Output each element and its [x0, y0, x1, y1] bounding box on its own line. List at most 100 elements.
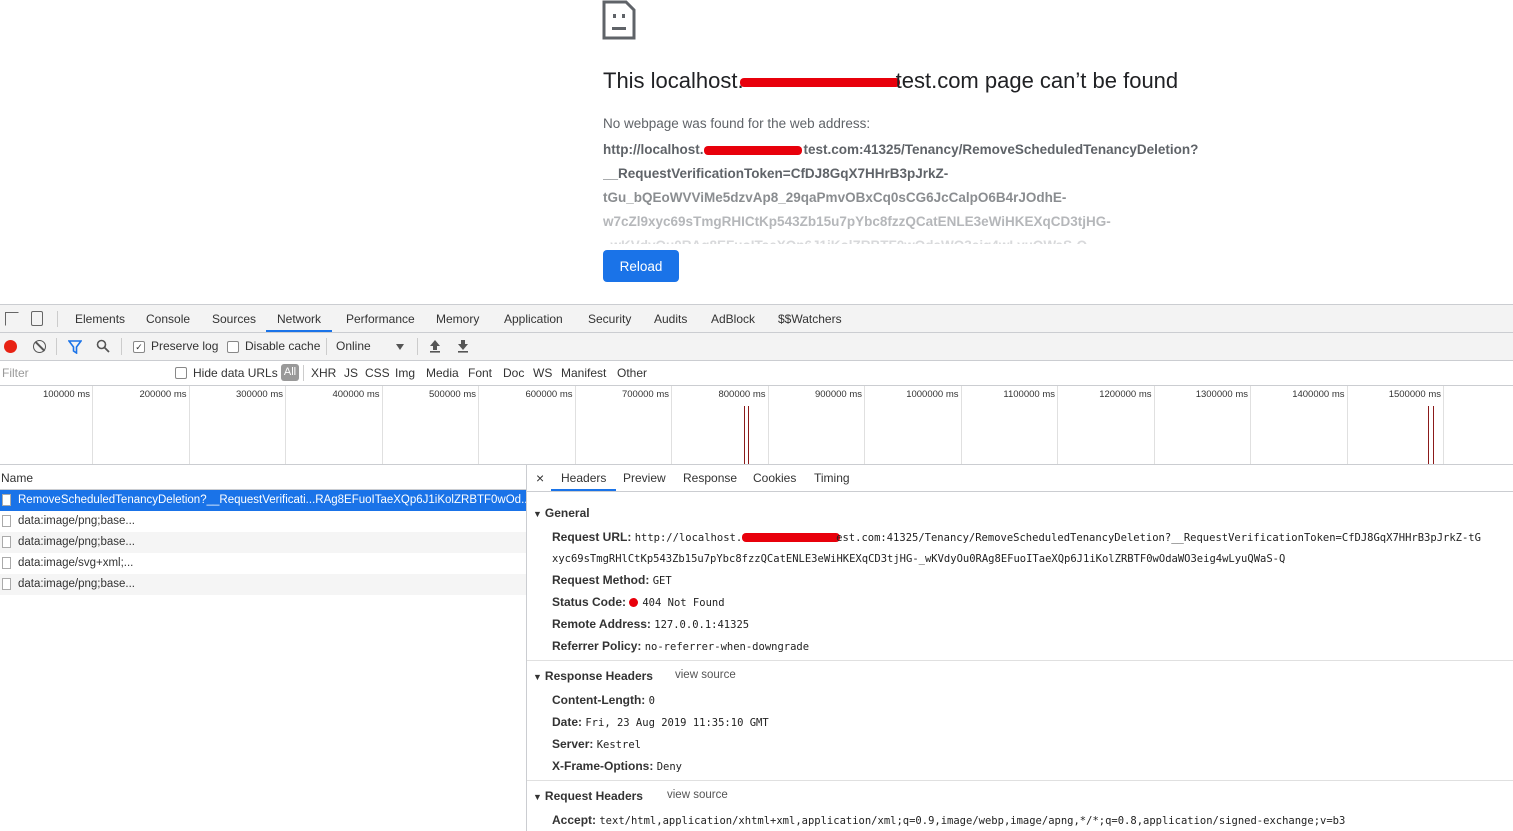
request-row[interactable]: RemoveScheduledTenancyDeletion?__Request… [0, 490, 526, 511]
header-key: Accept: [552, 813, 596, 827]
filter-type-ws[interactable]: WS [533, 366, 552, 380]
filter-type-css[interactable]: CSS [365, 366, 390, 380]
request-name: data:image/svg+xml;... [18, 553, 133, 574]
record-icon[interactable] [4, 340, 17, 353]
close-icon[interactable]: × [536, 465, 544, 491]
server-row: Server: Kestrel [552, 737, 641, 751]
request-name: RemoveScheduledTenancyDeletion?__Request… [18, 490, 526, 511]
chevron-down-icon[interactable] [396, 344, 404, 350]
header-value: 404 Not Found [642, 597, 724, 609]
timeline-tick-label: 1400000 ms [1292, 389, 1344, 400]
filter-icon[interactable] [68, 340, 82, 354]
inspect-element-icon[interactable] [5, 312, 19, 326]
redaction-mark [704, 146, 802, 155]
error-title: This localhost.test.com page can’t be fo… [603, 68, 1178, 94]
divider [121, 338, 122, 355]
tab-performance[interactable]: Performance [346, 305, 415, 332]
tab-response[interactable]: Response [683, 465, 737, 491]
status-error-icon [629, 598, 638, 607]
timeline-tick-label: 800000 ms [718, 389, 765, 400]
filter-type-manifest[interactable]: Manifest [561, 366, 606, 380]
remote-address-row: Remote Address: 127.0.0.1:41325 [552, 617, 749, 631]
url-suffix: test.com:41325/Tenancy/RemoveScheduledTe… [804, 142, 1199, 157]
header-key: X-Frame-Options: [552, 759, 653, 773]
error-subtitle: No webpage was found for the web address… [603, 116, 870, 131]
network-overview-timeline[interactable]: 1600001500000 ms1400000 ms1300000 ms1200… [0, 386, 1513, 465]
redaction-mark [740, 78, 900, 87]
request-row[interactable]: data:image/png;base... [0, 532, 526, 553]
timeline-tick-label: 1200000 ms [1099, 389, 1151, 400]
tab-adblock[interactable]: AdBlock [711, 305, 755, 332]
header-value: http://localhost. [635, 532, 742, 544]
clear-icon[interactable] [33, 340, 46, 353]
filter-type-font[interactable]: Font [468, 366, 492, 380]
filter-type-all[interactable]: All [281, 364, 299, 381]
devtools-tabbar: Elements Console Sources Network Perform… [0, 305, 1513, 333]
tab-audits[interactable]: Audits [654, 305, 687, 332]
timeline-request-bar [748, 406, 749, 464]
tab-security[interactable]: Security [588, 305, 631, 332]
tab-console[interactable]: Console [146, 305, 190, 332]
divider [56, 338, 57, 355]
timeline-tick-label: 1300000 ms [1196, 389, 1248, 400]
preserve-log-checkbox[interactable]: ✓ [133, 341, 145, 353]
request-row[interactable]: data:image/svg+xml;... [0, 553, 526, 574]
view-source-link[interactable]: view source [675, 669, 736, 681]
request-row[interactable]: data:image/png;base... [0, 574, 526, 595]
timeline-tick-label: 900000 ms [815, 389, 862, 400]
disable-cache-label: Disable cache [245, 339, 320, 353]
search-icon[interactable] [96, 339, 110, 353]
import-har-icon[interactable] [429, 339, 441, 353]
hide-data-urls-checkbox[interactable] [175, 367, 187, 379]
timeline-request-bar [744, 406, 745, 464]
request-headers-section-toggle[interactable]: ▼Request Headers [533, 789, 643, 803]
header-key: Content-Length: [552, 693, 645, 707]
tab-timing[interactable]: Timing [814, 465, 850, 491]
date-row: Date: Fri, 23 Aug 2019 11:35:10 GMT [552, 715, 769, 729]
image-file-icon [2, 578, 11, 590]
filter-type-media[interactable]: Media [426, 366, 459, 380]
filter-type-other[interactable]: Other [617, 366, 647, 380]
disable-cache-checkbox[interactable] [227, 341, 239, 353]
section-title: General [545, 506, 590, 520]
tab-sources[interactable]: Sources [212, 305, 256, 332]
filter-input[interactable]: Filter [2, 366, 29, 380]
filter-type-js[interactable]: JS [344, 366, 358, 380]
general-section-toggle[interactable]: ▼General [533, 506, 590, 520]
filter-type-doc[interactable]: Doc [503, 366, 524, 380]
section-title: Response Headers [545, 669, 653, 683]
header-value: GET [653, 575, 672, 587]
filter-type-img[interactable]: Img [395, 366, 415, 380]
view-source-link[interactable]: view source [667, 789, 728, 801]
header-key: Status Code: [552, 595, 626, 609]
tab-headers[interactable]: Headers [551, 465, 616, 491]
header-value: Fri, 23 Aug 2019 11:35:10 GMT [585, 717, 768, 729]
url-line: tGu_bQEoWVViMe5dzvAp8_29qaPmvOBxCq0sCG6J… [603, 186, 1243, 210]
tab-watchers[interactable]: $$Watchers [778, 305, 842, 332]
tab-memory[interactable]: Memory [436, 305, 479, 332]
timeline-tick: 800000 ms [672, 386, 769, 464]
tab-application[interactable]: Application [504, 305, 563, 332]
tab-cookies[interactable]: Cookies [753, 465, 796, 491]
timeline-tick: 1200000 ms [1058, 386, 1155, 464]
filter-type-xhr[interactable]: XHR [311, 366, 336, 380]
export-har-icon[interactable] [457, 339, 469, 353]
timeline-tick: 1000000 ms [865, 386, 962, 464]
timeline-tick-label: 400000 ms [332, 389, 379, 400]
timeline-tick: 1400000 ms [1251, 386, 1348, 464]
divider [417, 338, 418, 355]
header-key: Referrer Policy: [552, 639, 641, 653]
throttle-select[interactable]: Online [336, 339, 371, 353]
sad-document-icon [602, 0, 636, 40]
name-column-header[interactable]: Name [0, 465, 526, 490]
request-row[interactable]: data:image/png;base... [0, 511, 526, 532]
tab-elements[interactable]: Elements [75, 305, 125, 332]
tab-network[interactable]: Network [266, 305, 332, 332]
response-headers-section-toggle[interactable]: ▼Response Headers [533, 669, 653, 683]
reload-button[interactable]: Reload [603, 250, 679, 282]
tab-preview[interactable]: Preview [623, 465, 666, 491]
timeline-request-bar [1428, 406, 1429, 464]
timeline-tick: 300000 ms [189, 386, 286, 464]
header-value: xyc69sTmgRHlCtKp543Zb15u7pYbc8fzzQCatENL… [552, 553, 1285, 565]
device-toolbar-icon[interactable] [31, 311, 43, 326]
